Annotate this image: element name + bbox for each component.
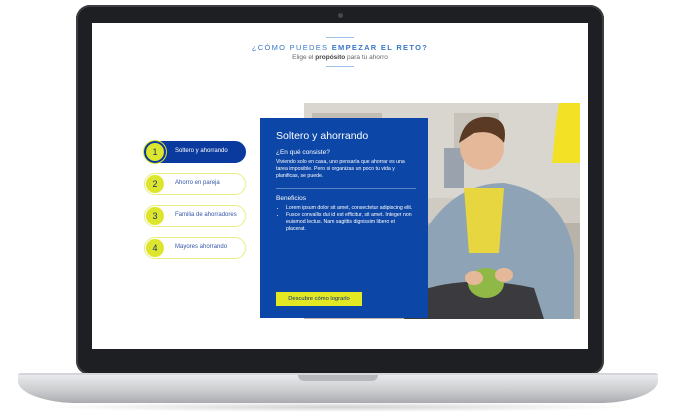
panel-divider (276, 188, 416, 189)
page-title: ¿CÓMO PUEDES EMPEZAR EL RETO? (92, 43, 588, 52)
panel-title: Soltero y ahorrando (276, 130, 369, 142)
purpose-detail-panel: Soltero y ahorrando ¿En qué consiste? Vi… (260, 118, 428, 318)
webcam-icon (338, 13, 343, 18)
step-label: Mayores ahorrando (175, 244, 228, 250)
benefits-title: Beneficios (276, 195, 306, 202)
laptop-screen: ¿CÓMO PUEDES EMPEZAR EL RETO? Elige el p… (92, 23, 588, 349)
panel-question: ¿En qué consiste? (276, 149, 330, 156)
laptop-lid: ¿CÓMO PUEDES EMPEZAR EL RETO? Elige el p… (76, 5, 604, 375)
step-label: Ahorro en pareja (175, 180, 220, 186)
step-number-badge: 1 (146, 143, 164, 161)
page-header: ¿CÓMO PUEDES EMPEZAR EL RETO? Elige el p… (92, 23, 588, 67)
step-number-badge: 4 (146, 239, 164, 257)
laptop-opening-notch (298, 375, 378, 381)
subtitle-post: para tu ahorro (347, 54, 388, 61)
step-couple-saving[interactable]: 2 Ahorro en pareja (144, 173, 246, 195)
step-seniors-saving[interactable]: 4 Mayores ahorrando (144, 237, 246, 259)
page-subtitle: Elige el propósito para tu ahorro (92, 54, 588, 61)
step-label: Soltero y ahorrando (175, 148, 228, 154)
step-number-badge: 3 (146, 207, 164, 225)
step-label: Familia de ahorradores (175, 212, 237, 218)
header-divider-top (326, 37, 354, 38)
step-single-saving[interactable]: 1 Soltero y ahorrando (144, 141, 246, 163)
purpose-steps: 1 Soltero y ahorrando 2 Ahorro en pareja… (144, 141, 246, 269)
subtitle-bold: propósito (315, 54, 346, 61)
title-part-1: ¿CÓMO PUEDES (251, 43, 329, 52)
benefit-item: Fusce convallis dui id est efficitur, si… (286, 212, 416, 233)
discover-how-button[interactable]: Descubre cómo lograrlo (276, 292, 362, 306)
laptop-shadow (40, 402, 636, 412)
header-divider-bottom (326, 66, 354, 67)
panel-description: Viviendo solo en casa, uno pensaría que … (276, 159, 405, 179)
benefits-list: Lorem ipsum dolor sit amet, consectetur … (276, 205, 416, 233)
subtitle-pre: Elige el (292, 54, 314, 61)
benefit-item: Lorem ipsum dolor sit amet, consectetur … (286, 205, 416, 212)
step-number-badge: 2 (146, 175, 164, 193)
step-family-savers[interactable]: 3 Familia de ahorradores (144, 205, 246, 227)
title-part-2: EMPEZAR EL RETO? (331, 43, 429, 52)
